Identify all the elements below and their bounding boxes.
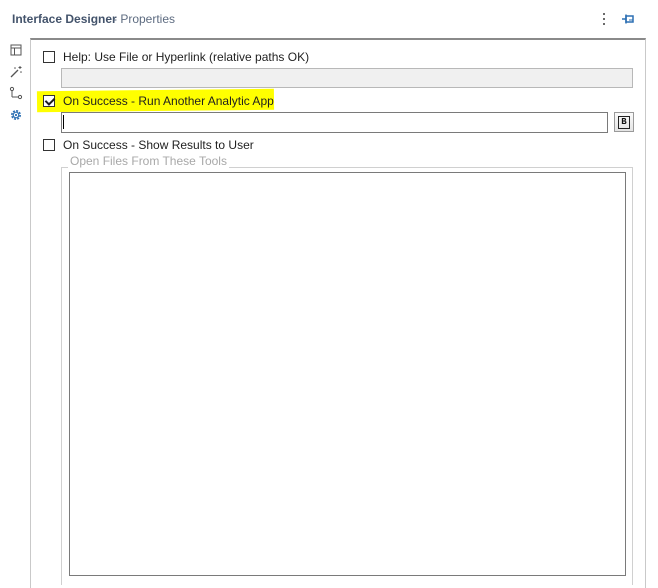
panel-subtitle: - Properties [113,12,176,26]
layout-icon [10,44,22,56]
show-results-checkbox-label: On Success - Show Results to User [63,138,254,152]
pin-icon[interactable] [620,11,636,27]
browse-button[interactable]: B [614,112,634,132]
show-results-row: On Success - Show Results to User [43,138,254,152]
gear-icon [11,110,21,120]
text-caret [63,115,64,129]
help-checkbox[interactable] [43,51,55,63]
panel-title: Interface Designer [12,12,117,26]
sidebar-item-tree[interactable] [6,83,26,103]
run-app-row: On Success - Run Another Analytic App [43,94,274,108]
tree-icon [9,86,23,100]
run-app-path-input[interactable] [61,112,608,133]
kebab-menu-icon[interactable] [598,11,610,27]
panel-header: Interface Designer - Properties [0,0,658,38]
help-row: Help: Use File or Hyperlink (relative pa… [43,50,309,64]
sidebar-item-magic[interactable] [6,62,26,82]
properties-panel: Help: Use File or Hyperlink (relative pa… [30,38,646,588]
open-files-group-label: Open Files From These Tools [68,154,229,168]
sidebar-item-layout[interactable] [6,40,26,60]
browse-button-label: B [618,115,630,129]
show-results-checkbox[interactable] [43,139,55,151]
sidebar-item-properties[interactable] [6,105,26,125]
help-path-field [61,68,633,88]
open-files-listbox[interactable] [69,172,626,576]
help-checkbox-label: Help: Use File or Hyperlink (relative pa… [63,50,310,64]
magic-wand-icon [10,66,22,78]
sidebar [0,38,31,586]
run-app-checkbox[interactable] [43,95,55,107]
run-app-checkbox-label: On Success - Run Another Analytic App [63,94,274,108]
